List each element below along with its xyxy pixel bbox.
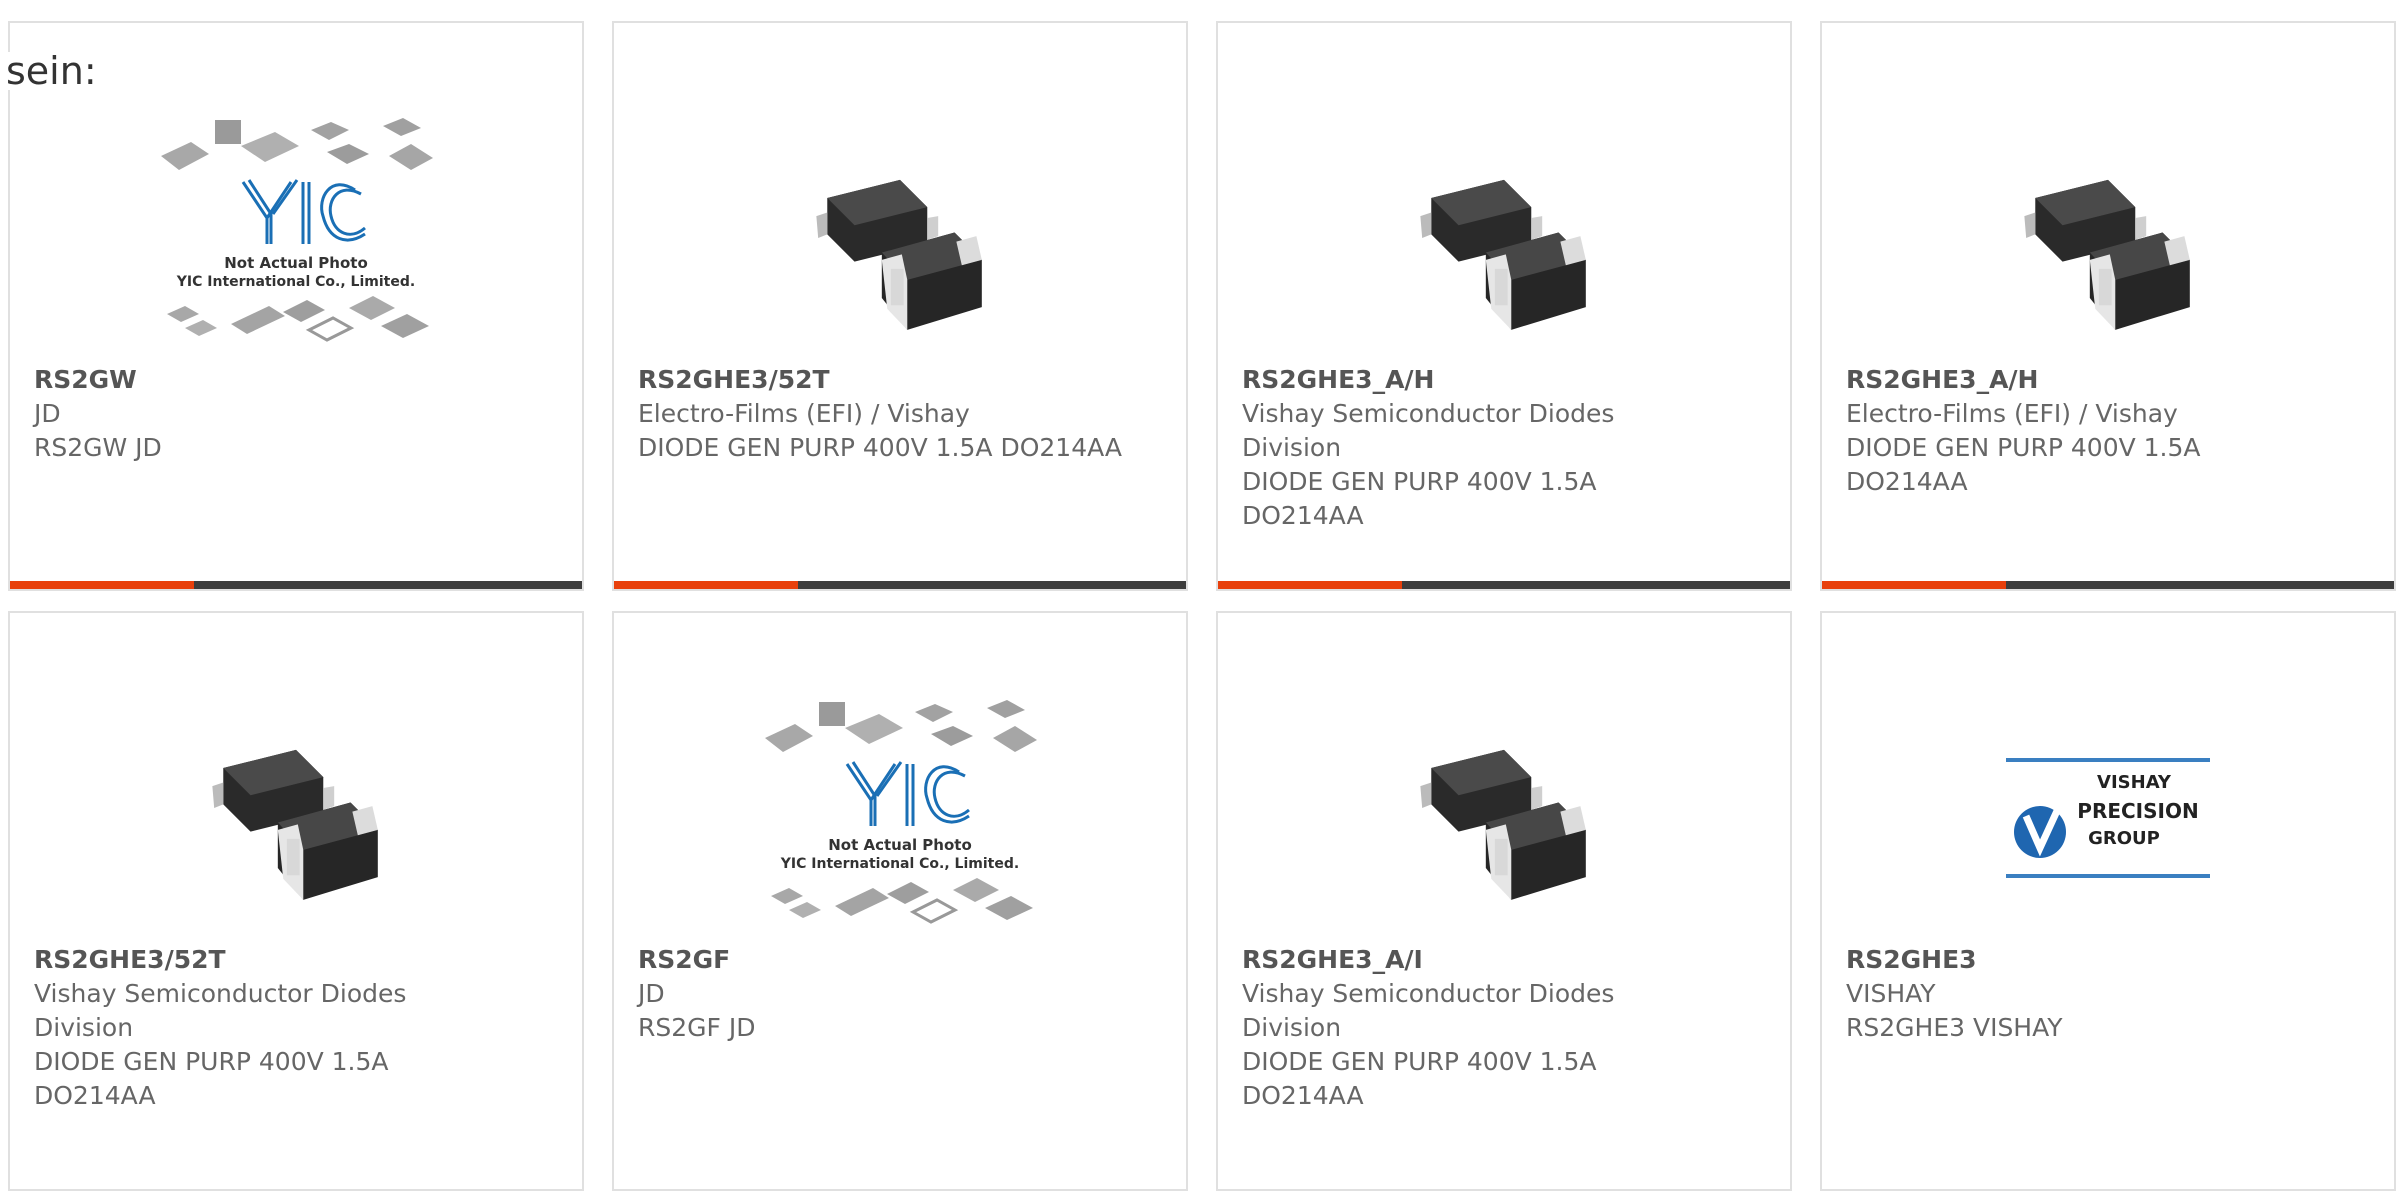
manufacturer: JD (34, 399, 61, 428)
description: DIODE GEN PURP 400V 1.5A DO214AA (1242, 467, 1597, 530)
diode-package-image[interactable] (614, 103, 1186, 393)
product-card[interactable]: RS2GHE3_A/H Electro-Films (EFI) / Vishay… (1820, 21, 2396, 591)
manufacturer: VISHAY (1846, 979, 1936, 1008)
card-footer-bar (1822, 581, 2394, 589)
description: RS2GF JD (638, 1013, 756, 1042)
diode-icon (212, 749, 378, 900)
placeholder-photo-icon: Not Actual Photo YIC International Co., … (159, 116, 435, 342)
logo-line-3: GROUP (2088, 828, 2160, 849)
product-card[interactable]: RS2GHE3/52T Vishay Semiconductor Diodes … (8, 611, 584, 1191)
card-footer-bar (1218, 581, 1790, 589)
description: DIODE GEN PURP 400V 1.5A DO214AA (1242, 1047, 1597, 1110)
manufacturer: Vishay Semiconductor Diodes Division (1242, 979, 1615, 1042)
part-number-link[interactable]: RS2GF (638, 943, 1162, 977)
card-footer-bar (10, 581, 582, 589)
part-number-link[interactable]: RS2GHE3_A/H (1242, 363, 1766, 397)
part-number-link[interactable]: RS2GHE3_A/I (1242, 943, 1766, 977)
placeholder-caption-1: Not Actual Photo (224, 254, 368, 272)
diode-package-image[interactable] (1218, 673, 1790, 963)
part-number-link[interactable]: RS2GHE3_A/H (1846, 363, 2370, 397)
card-footer-bar (614, 581, 1186, 589)
diode-icon (2024, 179, 2190, 330)
product-card[interactable]: RS2GHE3_A/H Vishay Semiconductor Diodes … (1216, 21, 1792, 591)
description: RS2GW JD (34, 433, 162, 462)
logo-line-2: PRECISION (2077, 799, 2198, 823)
manufacturer: Electro-Films (EFI) / Vishay (1846, 399, 2178, 428)
placeholder-photo-icon: Not Actual Photo YIC International Co., … (763, 698, 1039, 924)
product-card[interactable]: Not Actual Photo YIC International Co., … (8, 21, 584, 591)
diode-package-image[interactable] (1822, 103, 2394, 393)
placeholder-caption-2: YIC International Co., Limited. (176, 274, 415, 290)
diode-icon (816, 179, 982, 330)
diode-icon (1420, 179, 1586, 330)
part-number-link[interactable]: RS2GHE3/52T (34, 943, 558, 977)
manufacturer: Vishay Semiconductor Diodes Division (1242, 399, 1615, 462)
description: DIODE GEN PURP 400V 1.5A DO214AA (638, 433, 1122, 462)
yic-placeholder-image[interactable]: Not Actual Photo YIC International Co., … (10, 101, 582, 371)
description: DIODE GEN PURP 400V 1.5A DO214AA (34, 1047, 389, 1110)
product-card[interactable]: Not Actual Photo YIC International Co., … (612, 611, 1188, 1191)
diode-icon (1420, 749, 1586, 900)
yic-placeholder-image[interactable]: Not Actual Photo YIC International Co., … (614, 683, 1186, 953)
logo-line-1: VISHAY (2097, 772, 2172, 793)
part-number-link[interactable]: RS2GHE3 (1846, 943, 2370, 977)
vishay-logo-icon: VISHAY PRECISION GROUP (2006, 756, 2210, 880)
placeholder-caption-1: Not Actual Photo (828, 836, 972, 854)
product-card[interactable]: RS2GHE3_A/I Vishay Semiconductor Diodes … (1216, 611, 1792, 1191)
part-number-link[interactable]: RS2GW (34, 363, 558, 397)
diode-package-image[interactable] (1218, 103, 1790, 393)
part-number-link[interactable]: RS2GHE3/52T (638, 363, 1162, 397)
manufacturer: Vishay Semiconductor Diodes Division (34, 979, 407, 1042)
description: DIODE GEN PURP 400V 1.5A DO214AA (1846, 433, 2201, 496)
manufacturer: Electro-Films (EFI) / Vishay (638, 399, 970, 428)
intro-text: sein: (6, 49, 97, 93)
vishay-precision-logo[interactable]: VISHAY PRECISION GROUP (1822, 673, 2394, 963)
manufacturer: JD (638, 979, 665, 1008)
diode-package-image[interactable] (10, 673, 582, 963)
placeholder-caption-2: YIC International Co., Limited. (780, 856, 1019, 872)
description: RS2GHE3 VISHAY (1846, 1013, 2063, 1042)
product-card[interactable]: VISHAY PRECISION GROUP RS2GHE3 VISHAY RS… (1820, 611, 2396, 1191)
product-card[interactable]: RS2GHE3/52T Electro-Films (EFI) / Vishay… (612, 21, 1188, 591)
